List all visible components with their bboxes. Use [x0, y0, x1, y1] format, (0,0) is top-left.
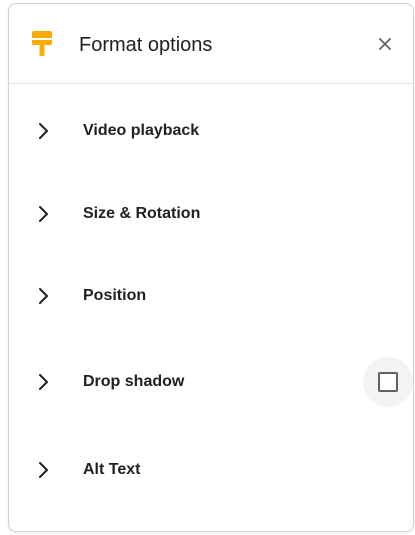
section-label: Video playback: [83, 122, 200, 139]
panel-title: Format options: [79, 34, 213, 56]
section-label: Alt Text: [83, 461, 141, 478]
panel-header: Format options: [9, 4, 413, 84]
section-position[interactable]: Position: [9, 271, 413, 321]
chevron-right-icon: [37, 370, 51, 394]
chevron-right-icon: [37, 202, 51, 226]
format-options-panel: Format options Video playback Size & Rot…: [8, 3, 414, 532]
section-label: Size & Rotation: [83, 205, 201, 222]
section-label: Position: [83, 287, 147, 304]
section-video-playback[interactable]: Video playback: [9, 106, 413, 156]
chevron-right-icon: [37, 458, 51, 482]
section-drop-shadow[interactable]: Drop shadow: [9, 357, 413, 407]
drop-shadow-checkbox[interactable]: [363, 357, 413, 407]
section-size-rotation[interactable]: Size & Rotation: [9, 189, 413, 239]
close-icon[interactable]: [373, 32, 397, 56]
format-paint-icon: [30, 30, 54, 58]
section-alt-text[interactable]: Alt Text: [9, 445, 413, 495]
section-label: Drop shadow: [83, 373, 185, 390]
chevron-right-icon: [37, 119, 51, 143]
checkbox-box: [378, 372, 398, 392]
chevron-right-icon: [37, 284, 51, 308]
